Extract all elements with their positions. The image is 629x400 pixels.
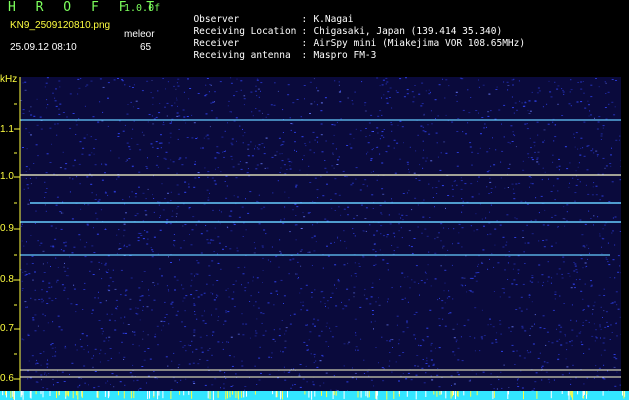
strip-noise [2, 391, 626, 400]
spectrogram-plot [20, 77, 621, 391]
mode-label: meleor [124, 29, 155, 40]
mode-value: 65 [140, 42, 152, 53]
y-tick: 1.1 [0, 124, 14, 135]
y-axis-unit: kHz [0, 74, 18, 85]
info-label: Receiving antenna [193, 50, 291, 61]
filename-label: KN9_2509120810.png [10, 20, 111, 31]
info-antenna: Receiving antenna: Maspro FM-3 [193, 50, 377, 61]
y-tick: 1.0 [0, 171, 14, 182]
spectrogram-canvas [20, 77, 621, 391]
y-tick: 0.6 [0, 373, 14, 384]
version-label: 1.0.0f [124, 3, 161, 14]
y-tick: 0.7 [0, 323, 14, 334]
info-value: Maspro FM-3 [313, 50, 377, 61]
y-tick: 0.9 [0, 223, 14, 234]
y-tick: 0.8 [0, 274, 14, 285]
bottom-strip [0, 391, 629, 400]
datetime-label: 25.09.12 08:10 [10, 42, 77, 53]
